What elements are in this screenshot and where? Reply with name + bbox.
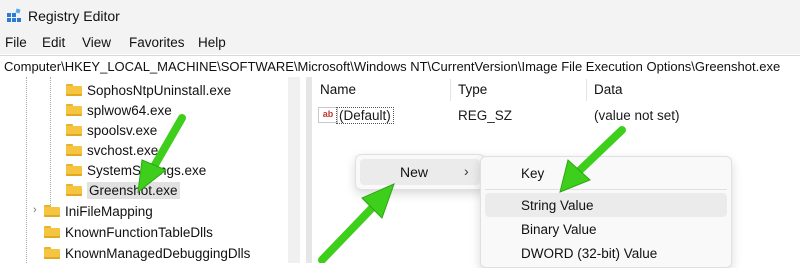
menu-edit[interactable]: Edit bbox=[42, 35, 65, 50]
address-path[interactable]: Computer\HKEY_LOCAL_MACHINE\SOFTWARE\Mic… bbox=[4, 59, 780, 74]
tree-item-label: SystemSettings.exe bbox=[87, 162, 207, 178]
tree-item[interactable]: SystemSettings.exe bbox=[66, 160, 206, 180]
title-bar: Registry Editor bbox=[0, 0, 800, 32]
menu-file[interactable]: File bbox=[5, 35, 27, 50]
menu-view[interactable]: View bbox=[82, 35, 111, 50]
tree-item-label: svchost.exe bbox=[87, 142, 159, 158]
submenu-item-dword-value[interactable]: DWORD (32-bit) Value bbox=[485, 241, 727, 265]
folder-icon bbox=[44, 226, 60, 238]
tree-item-label: KnownFunctionTableDlls bbox=[65, 224, 213, 240]
address-bar[interactable]: Computer\HKEY_LOCAL_MACHINE\SOFTWARE\Mic… bbox=[0, 55, 800, 78]
tree-item[interactable]: splwow64.exe bbox=[66, 100, 172, 120]
key-tree-pane[interactable]: SophosNtpUninstall.exe splwow64.exe spoo… bbox=[0, 77, 306, 263]
folder-icon bbox=[66, 124, 82, 136]
tree-scrollbar[interactable] bbox=[288, 77, 300, 263]
tree-item[interactable]: KnownFunctionTableDlls bbox=[44, 222, 213, 242]
folder-icon bbox=[66, 84, 82, 96]
tree-item[interactable]: KnownManagedDebuggingDlls bbox=[44, 243, 250, 263]
value-data: (value not set) bbox=[594, 108, 680, 123]
registry-value-row[interactable]: ab (Default) REG_SZ (value not set) bbox=[312, 105, 800, 125]
tree-item[interactable]: svchost.exe bbox=[66, 140, 158, 160]
tree-guide-line bbox=[50, 77, 51, 207]
submenu-item-string-value[interactable]: String Value bbox=[485, 193, 727, 217]
tree-item-selected[interactable]: Greenshot.exe bbox=[66, 180, 180, 200]
string-value-icon: ab bbox=[318, 107, 338, 123]
tree-item[interactable]: SophosNtpUninstall.exe bbox=[66, 80, 231, 100]
tree-item-label: spoolsv.exe bbox=[87, 122, 158, 138]
tree-item-label: splwow64.exe bbox=[87, 102, 172, 118]
menu-bar: File Edit View Favorites Help bbox=[0, 32, 800, 54]
tree-item-label: IniFileMapping bbox=[65, 203, 153, 219]
menu-help[interactable]: Help bbox=[198, 35, 226, 50]
folder-icon bbox=[44, 247, 60, 259]
value-name: (Default) bbox=[336, 107, 394, 124]
submenu-item-label: Key bbox=[521, 166, 545, 181]
chevron-right-icon: › bbox=[464, 163, 469, 179]
registry-editor-icon bbox=[7, 8, 21, 22]
column-header-type[interactable]: Type bbox=[458, 82, 487, 97]
folder-icon bbox=[66, 164, 82, 176]
tree-item[interactable]: IniFileMapping bbox=[44, 201, 153, 221]
context-menu-new-label: New bbox=[400, 164, 429, 180]
submenu-item-key[interactable]: Key bbox=[485, 161, 727, 185]
tree-guide-line bbox=[26, 77, 27, 263]
folder-icon bbox=[66, 184, 82, 196]
folder-icon bbox=[44, 205, 60, 217]
context-menu: New › bbox=[355, 154, 485, 190]
column-header-name[interactable]: Name bbox=[320, 82, 356, 97]
folder-icon bbox=[66, 144, 82, 156]
folder-icon bbox=[66, 104, 82, 116]
window-title: Registry Editor bbox=[28, 8, 120, 24]
menu-favorites[interactable]: Favorites bbox=[129, 35, 185, 50]
tree-item[interactable]: spoolsv.exe bbox=[66, 120, 157, 140]
column-header-data[interactable]: Data bbox=[594, 82, 623, 97]
submenu-item-binary-value[interactable]: Binary Value bbox=[485, 217, 727, 241]
tree-item-label: Greenshot.exe bbox=[87, 181, 180, 199]
new-submenu: Key String Value Binary Value DWORD (32-… bbox=[480, 156, 732, 268]
column-divider[interactable] bbox=[586, 79, 587, 101]
tree-item-label: KnownManagedDebuggingDlls bbox=[65, 245, 251, 261]
expand-chevron-icon[interactable]: › bbox=[33, 205, 43, 216]
submenu-item-label: String Value bbox=[521, 198, 594, 213]
column-divider[interactable] bbox=[450, 79, 451, 101]
context-menu-new[interactable]: New › bbox=[360, 159, 480, 185]
menu-separator bbox=[485, 189, 727, 190]
tree-item-label: SophosNtpUninstall.exe bbox=[87, 82, 232, 98]
submenu-item-label: Binary Value bbox=[521, 222, 597, 237]
value-type: REG_SZ bbox=[458, 108, 513, 123]
submenu-item-label: DWORD (32-bit) Value bbox=[521, 246, 658, 261]
